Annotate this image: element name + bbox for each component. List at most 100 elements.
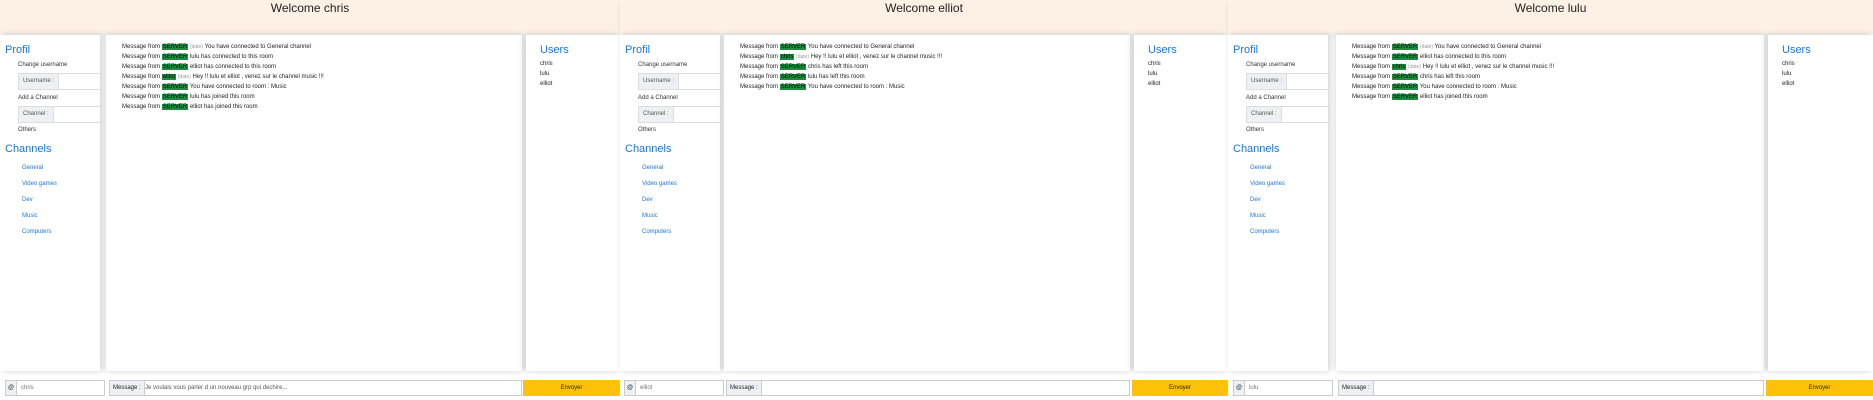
sidebar: Profil Change username Username : Add a …: [620, 35, 721, 371]
channel-link-computers[interactable]: Computers: [642, 229, 671, 235]
users-title: Users: [1148, 44, 1177, 56]
message-input[interactable]: Message :: [1338, 380, 1764, 396]
channel-prefix: Channel :: [1247, 107, 1282, 122]
message-label: Message :: [727, 381, 762, 395]
username-input[interactable]: @ elliot: [624, 380, 724, 396]
users-panel: Users chris lulu elliot: [526, 35, 620, 371]
profile-title: Profil: [625, 44, 651, 56]
channel-field[interactable]: Channel :: [638, 106, 721, 123]
change-username-label: Change username: [18, 62, 68, 68]
channel-link-video-games[interactable]: Video games: [642, 181, 677, 187]
username-value: lulu: [1249, 385, 1259, 391]
username-input[interactable]: @ lulu: [1233, 380, 1333, 396]
message-label: Message :: [1339, 381, 1374, 395]
message-item: Message from SERVER elliot has connected…: [122, 64, 276, 70]
page-title: Welcome chris: [0, 0, 620, 33]
sender-badge: SERVER: [1391, 44, 1419, 50]
message-item: Message from SERVER lulu has joined this…: [122, 94, 255, 100]
username-prefix: Username :: [19, 74, 60, 89]
message-list: Message from SERVER You have connected t…: [724, 35, 1130, 371]
username-value: chris: [21, 385, 34, 391]
channel-link-video-games[interactable]: Video games: [22, 181, 57, 187]
send-button[interactable]: Envoyer: [1132, 380, 1228, 396]
channel-link-general[interactable]: General: [22, 165, 43, 171]
username-field[interactable]: Username :: [1246, 73, 1329, 90]
message-value: Je voulais vous parler d un nouveau grp …: [145, 385, 288, 391]
users-title: Users: [540, 44, 569, 56]
username-prefix: Username :: [639, 74, 680, 89]
sender-badge: SERVER: [161, 84, 189, 90]
others-label: Others: [638, 127, 657, 133]
message-item: Message from SERVER chris has left this …: [1352, 74, 1480, 80]
chat-window-chris: Welcome chris Profil Change username Use…: [0, 0, 620, 400]
add-channel-label: Add a Channel: [1246, 95, 1286, 101]
sender-badge: SERVER: [779, 44, 807, 50]
message-item: Message from chris (date) Hey !! lulu et…: [740, 54, 943, 60]
sender-badge: SERVER: [1391, 54, 1419, 60]
sidebar: Profil Change username Username : Add a …: [0, 35, 101, 371]
message-item: Message from SERVER (date) You have conn…: [1352, 44, 1542, 50]
users-panel: Users chris lulu elliot: [1134, 35, 1228, 371]
sidebar: Profil Change username Username : Add a …: [1228, 35, 1329, 371]
message-item: Message from SERVER You have connected t…: [122, 84, 287, 90]
sender-badge: elliot: [161, 74, 177, 80]
message-item: Message from SERVER elliot has joined th…: [1352, 94, 1488, 100]
channel-field[interactable]: Channel :: [18, 106, 101, 123]
username-prefix: Username :: [1247, 74, 1288, 89]
sender-badge: SERVER: [1391, 94, 1419, 100]
sender-badge: SERVER: [161, 64, 189, 70]
channel-link-music[interactable]: Music: [22, 213, 38, 219]
user-item: lulu: [540, 71, 550, 77]
message-item: Message from SERVER You have connected t…: [740, 44, 915, 50]
message-item: Message from SERVER elliot has joined th…: [122, 104, 258, 110]
others-label: Others: [18, 127, 37, 133]
message-item: Message from SERVER chris has left this …: [740, 64, 868, 70]
page-title: Welcome elliot: [620, 0, 1228, 33]
username-value: elliot: [640, 385, 653, 391]
user-item: chris: [1148, 61, 1161, 67]
message-item: Message from elliot (date) Hey !! lulu e…: [122, 74, 324, 80]
sender-badge: chris: [1391, 64, 1407, 70]
sender-badge: SERVER: [1391, 84, 1419, 90]
send-button[interactable]: Envoyer: [523, 380, 620, 396]
channel-link-music[interactable]: Music: [1250, 213, 1266, 219]
user-item: elliot: [1782, 81, 1795, 87]
channel-field[interactable]: Channel :: [1246, 106, 1329, 123]
channel-link-dev[interactable]: Dev: [22, 197, 33, 203]
page-title: Welcome lulu: [1228, 0, 1873, 33]
channels-title: Channels: [1233, 143, 1280, 155]
user-item: chris: [540, 61, 553, 67]
channel-link-general[interactable]: General: [642, 165, 663, 171]
message-item: Message from SERVER lulu has left this r…: [740, 74, 865, 80]
user-item: lulu: [1782, 71, 1792, 77]
add-channel-label: Add a Channel: [18, 95, 58, 101]
channel-link-dev[interactable]: Dev: [642, 197, 653, 203]
channels-title: Channels: [625, 143, 672, 155]
at-sign: @: [6, 381, 17, 395]
message-input[interactable]: Message :: [726, 380, 1130, 396]
sender-badge: SERVER: [161, 54, 189, 60]
message-input[interactable]: Message : Je voulais vous parler d un no…: [109, 380, 522, 396]
channel-link-video-games[interactable]: Video games: [1250, 181, 1285, 187]
message-item: Message from SERVER You have connected t…: [740, 84, 905, 90]
channel-prefix: Channel :: [639, 107, 674, 122]
profile-title: Profil: [1233, 44, 1259, 56]
username-input[interactable]: @ chris: [5, 380, 105, 396]
sender-badge: SERVER: [161, 44, 189, 50]
message-label: Message :: [110, 381, 145, 395]
send-button[interactable]: Envoyer: [1766, 380, 1873, 396]
channel-link-computers[interactable]: Computers: [1250, 229, 1279, 235]
at-sign: @: [1234, 381, 1245, 395]
channel-link-computers[interactable]: Computers: [22, 229, 51, 235]
profile-title: Profil: [5, 44, 31, 56]
message-list: Message from SERVER (date) You have conn…: [106, 35, 522, 371]
change-username-label: Change username: [1246, 62, 1296, 68]
channel-link-dev[interactable]: Dev: [1250, 197, 1261, 203]
add-channel-label: Add a Channel: [638, 95, 678, 101]
channel-link-music[interactable]: Music: [642, 213, 658, 219]
username-field[interactable]: Username :: [638, 73, 721, 90]
sender-badge: SERVER: [779, 64, 807, 70]
channels-title: Channels: [5, 143, 52, 155]
channel-link-general[interactable]: General: [1250, 165, 1271, 171]
username-field[interactable]: Username :: [18, 73, 101, 90]
